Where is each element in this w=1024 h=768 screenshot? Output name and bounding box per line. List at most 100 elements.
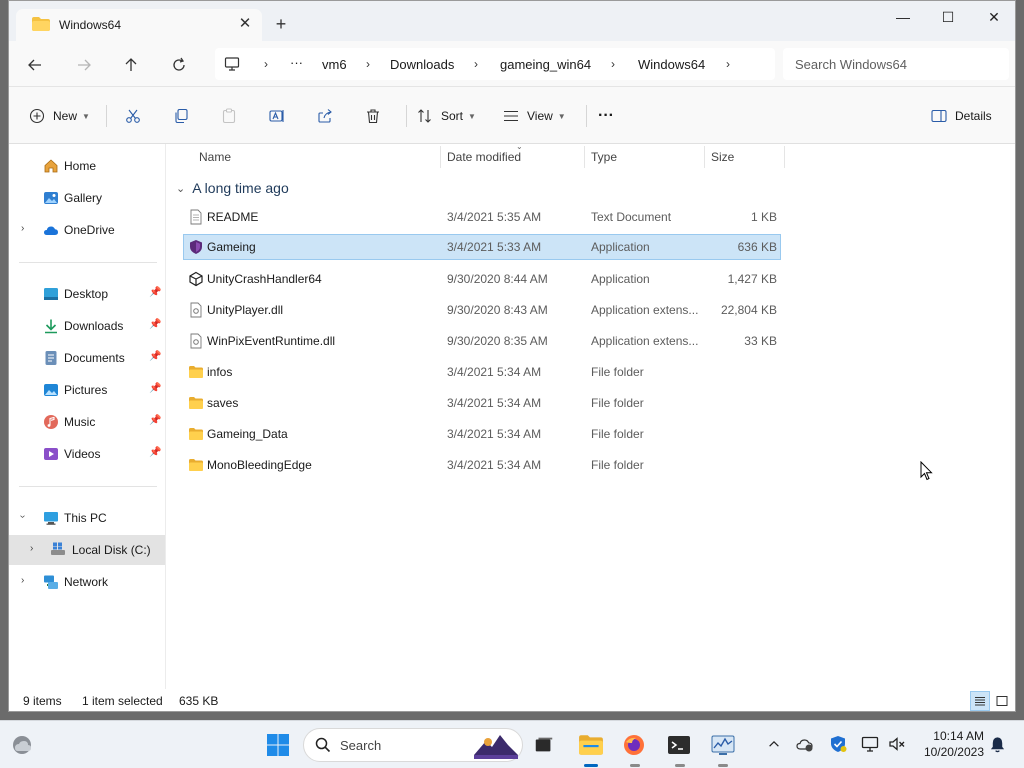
new-tab-button[interactable]: + xyxy=(271,14,291,34)
copy-button[interactable] xyxy=(173,104,189,128)
paste-button[interactable] xyxy=(221,104,237,128)
taskbar-search-box[interactable]: Search xyxy=(303,728,523,762)
minimize-button[interactable]: — xyxy=(880,3,926,31)
pin-icon[interactable]: 📌 xyxy=(149,415,161,426)
download-icon xyxy=(45,319,57,334)
file-row-monobleedingedge[interactable]: MonoBleedingEdge 3/4/2021 5:34 AM File f… xyxy=(183,452,781,478)
taskbar-file-explorer[interactable] xyxy=(577,731,605,759)
column-divider[interactable] xyxy=(440,146,441,168)
sidebar-item-home[interactable]: Home xyxy=(9,151,165,181)
breadcrumb-gameing-win64[interactable]: gameing_win64 xyxy=(500,57,591,72)
column-header-date[interactable]: Date modified xyxy=(447,144,521,170)
sidebar-item-network[interactable]: › Network xyxy=(9,567,165,597)
notification-button[interactable] xyxy=(988,735,1006,753)
tab-windows64[interactable]: Windows64 ✕ xyxy=(16,9,262,41)
file-row-unityplayer-dll[interactable]: UnityPlayer.dll 9/30/2020 8:43 AM Applic… xyxy=(183,297,781,323)
file-row-saves[interactable]: saves 3/4/2021 5:34 AM File folder xyxy=(183,390,781,416)
desktop-icon xyxy=(44,288,58,300)
column-divider[interactable] xyxy=(704,146,705,168)
refresh-button[interactable] xyxy=(167,53,191,77)
share-button[interactable] xyxy=(317,104,333,128)
pin-icon[interactable]: 📌 xyxy=(149,447,161,458)
file-type: Application xyxy=(591,240,650,254)
folder-icon xyxy=(189,459,203,471)
sidebar-item-documents[interactable]: Documents 📌 xyxy=(9,343,165,373)
selection-count: 1 item selected xyxy=(82,694,163,708)
running-indicator xyxy=(584,764,598,767)
details-pane-button[interactable]: Details xyxy=(931,104,992,128)
file-row-gameing[interactable]: Gameing 3/4/2021 5:33 AM Application 636… xyxy=(183,234,781,260)
group-header[interactable]: ⌄ A long time ago xyxy=(176,180,289,196)
taskbar-monitor-app[interactable] xyxy=(709,731,737,759)
weather-widget[interactable] xyxy=(8,731,36,759)
column-header-size[interactable]: Size xyxy=(711,144,734,170)
new-button[interactable]: New ▼ xyxy=(29,104,90,128)
view-button[interactable]: View ▼ xyxy=(503,104,566,128)
column-header-name[interactable]: Name xyxy=(199,144,231,170)
paste-icon xyxy=(222,108,236,124)
taskbar-clock[interactable]: 10:14 AM 10/20/2023 xyxy=(910,728,984,760)
sidebar-item-videos[interactable]: Videos 📌 xyxy=(9,439,165,469)
tray-volume[interactable] xyxy=(888,735,906,753)
pin-icon[interactable]: 📌 xyxy=(149,319,161,330)
tab-close-icon[interactable]: ✕ xyxy=(235,14,255,34)
breadcrumb-windows64[interactable]: Windows64 xyxy=(638,57,705,72)
sidebar-item-local-disk[interactable]: › Local Disk (C:) xyxy=(9,535,165,565)
file-row-winpixeventruntime-dll[interactable]: WinPixEventRuntime.dll 9/30/2020 8:35 AM… xyxy=(183,328,781,354)
pin-icon[interactable]: 📌 xyxy=(149,287,161,298)
documents-icon xyxy=(45,351,57,365)
sort-button[interactable]: Sort ▼ xyxy=(417,104,476,128)
file-type: File folder xyxy=(591,396,644,410)
chevron-right-icon: › xyxy=(21,575,25,586)
pin-icon[interactable]: 📌 xyxy=(149,351,161,362)
close-window-button[interactable]: ✕ xyxy=(971,3,1015,31)
file-row-readme[interactable]: README 3/4/2021 5:35 AM Text Document 1 … xyxy=(183,204,781,230)
file-row-unitycrashhandler64[interactable]: UnityCrashHandler64 9/30/2020 8:44 AM Ap… xyxy=(183,266,781,292)
trash-icon xyxy=(367,109,379,124)
more-options-button[interactable]: ··· xyxy=(598,104,614,128)
forward-button[interactable] xyxy=(72,53,96,77)
taskbar-terminal[interactable] xyxy=(665,731,693,759)
taskbar-firefox[interactable] xyxy=(620,731,648,759)
column-divider[interactable] xyxy=(584,146,585,168)
tiles-view-toggle[interactable] xyxy=(992,691,1012,711)
details-view-toggle[interactable] xyxy=(970,691,990,711)
cut-button[interactable] xyxy=(125,104,141,128)
start-button[interactable] xyxy=(264,731,292,759)
tray-security[interactable] xyxy=(829,735,847,753)
tray-display[interactable] xyxy=(861,735,879,753)
sidebar-item-downloads[interactable]: Downloads 📌 xyxy=(9,311,165,341)
sidebar-item-this-pc[interactable]: › This PC xyxy=(9,503,165,533)
unity-icon xyxy=(189,271,203,287)
breadcrumb-vm6[interactable]: vm6 xyxy=(322,57,347,72)
sidebar-item-pictures[interactable]: Pictures 📌 xyxy=(9,375,165,405)
breadcrumb[interactable]: › ··· vm6 › Downloads › gameing_win64 › … xyxy=(215,48,775,80)
breadcrumb-ellipsis[interactable]: ··· xyxy=(290,55,303,70)
sidebar-item-desktop[interactable]: Desktop 📌 xyxy=(9,279,165,309)
computer-icon xyxy=(224,57,240,71)
delete-button[interactable] xyxy=(365,104,381,128)
up-button[interactable] xyxy=(119,53,143,77)
sidebar-item-onedrive[interactable]: › OneDrive xyxy=(9,215,165,245)
folder-icon xyxy=(189,428,203,440)
navigation-pane: Home Gallery › OneDrive Desktop 📌 Downlo… xyxy=(9,144,165,689)
chevron-down-icon: ⌄ xyxy=(176,182,186,195)
column-divider[interactable] xyxy=(784,146,785,168)
sidebar-divider xyxy=(19,486,157,487)
column-header-type[interactable]: Type xyxy=(591,144,617,170)
maximize-button[interactable]: ☐ xyxy=(925,3,971,31)
sidebar-item-gallery[interactable]: Gallery xyxy=(9,183,165,213)
back-button[interactable] xyxy=(23,53,47,77)
tray-overflow-button[interactable] xyxy=(765,735,783,753)
rename-button[interactable] xyxy=(269,104,285,128)
new-label: New xyxy=(53,109,78,123)
file-row-infos[interactable]: infos 3/4/2021 5:34 AM File folder xyxy=(183,359,781,385)
breadcrumb-downloads[interactable]: Downloads xyxy=(390,57,454,72)
pin-icon[interactable]: 📌 xyxy=(149,383,161,394)
sidebar-item-music[interactable]: Music 📌 xyxy=(9,407,165,437)
file-size: 636 KB xyxy=(737,240,777,254)
tray-onedrive[interactable] xyxy=(796,735,814,753)
file-row-gameing-data[interactable]: Gameing_Data 3/4/2021 5:34 AM File folde… xyxy=(183,421,781,447)
taskbar-task-view[interactable] xyxy=(530,731,558,759)
search-input[interactable]: Search Windows64 xyxy=(783,48,1009,80)
